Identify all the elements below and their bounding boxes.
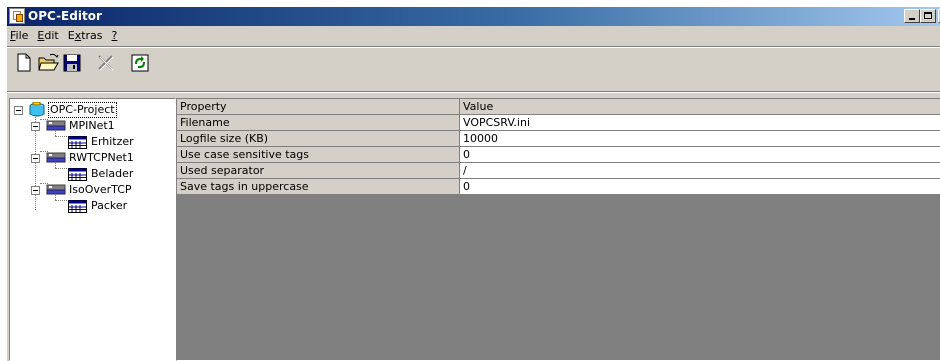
property-value[interactable]: /: [460, 163, 940, 179]
table-row[interactable]: Save tags in uppercase 0: [177, 179, 940, 195]
table-row[interactable]: Used separator /: [177, 163, 940, 179]
network-icon: [46, 184, 66, 195]
menu-divider: [7, 46, 940, 48]
tree-item-label: OPC-Project: [48, 102, 117, 118]
toolbar: [13, 52, 153, 78]
window-title: OPC-Editor: [28, 9, 102, 23]
menu-bar: File Edit Extras ?: [7, 27, 940, 45]
toolbar-divider: [7, 91, 940, 93]
project-tree[interactable]: OPC-Project MPINet1 Erhitzer RWTCPNet1 B…: [9, 98, 176, 361]
menu-file[interactable]: File: [7, 27, 34, 45]
collapse-icon[interactable]: [31, 154, 40, 163]
tree-item-isoovertcp[interactable]: IsoOverTCP: [10, 182, 175, 198]
device-icon: [68, 168, 87, 181]
menu-help-accel: ?: [111, 29, 118, 42]
menu-extras[interactable]: Extras: [65, 27, 109, 45]
tree-item-opc-project[interactable]: OPC-Project: [10, 102, 175, 118]
property-value[interactable]: VOPCSRV.ini: [460, 115, 940, 131]
tree-item-label: RWTCPNet1: [69, 151, 134, 164]
collapse-icon[interactable]: [14, 106, 23, 115]
property-name: Used separator: [177, 163, 460, 179]
tree-item-label: Erhitzer: [91, 135, 134, 148]
device-icon: [68, 136, 87, 149]
tree-item-erhitzer[interactable]: Erhitzer: [10, 134, 175, 150]
delete-icon: [98, 55, 114, 71]
new-file-icon: [17, 53, 31, 72]
network-icon: [46, 152, 66, 163]
menu-edit-label: dit: [44, 29, 59, 42]
tree-item-mpinet1[interactable]: MPINet1: [10, 118, 175, 134]
column-header-property[interactable]: Property: [177, 99, 460, 115]
refresh-icon: [131, 54, 149, 72]
property-name: Filename: [177, 115, 460, 131]
grid-header-row: Property Value: [177, 99, 940, 115]
property-value[interactable]: 0: [460, 179, 940, 195]
menu-file-label: ile: [15, 29, 29, 42]
table-row[interactable]: Logfile size (KB) 10000: [177, 131, 940, 147]
maximize-icon: [924, 12, 932, 19]
table-row[interactable]: Use case sensitive tags 0: [177, 147, 940, 163]
save-button[interactable]: [61, 52, 84, 74]
tree-item-label: Belader: [91, 167, 134, 180]
title-bar[interactable]: OPC-Editor X: [7, 7, 940, 26]
tree-item-rwtcpnet1[interactable]: RWTCPNet1: [10, 150, 175, 166]
menu-extras-prefix: E: [67, 29, 75, 42]
network-icon: [46, 120, 66, 131]
property-grid[interactable]: Property Value Filename VOPCSRV.ini Logf…: [176, 98, 940, 361]
minimize-button[interactable]: [904, 9, 920, 23]
save-icon: [63, 54, 81, 72]
property-name: Use case sensitive tags: [177, 147, 460, 163]
delete-button[interactable]: [94, 52, 117, 74]
property-value[interactable]: 10000: [460, 131, 940, 147]
device-icon: [68, 200, 87, 213]
refresh-button[interactable]: [129, 52, 152, 74]
table-row[interactable]: Filename VOPCSRV.ini: [177, 115, 940, 131]
minimize-icon: [909, 18, 915, 20]
menu-extras-label: tras: [81, 29, 103, 42]
maximize-button[interactable]: [920, 9, 936, 23]
tree-item-belader[interactable]: Belader: [10, 166, 175, 182]
column-header-value[interactable]: Value: [460, 99, 940, 115]
menu-help[interactable]: ?: [109, 27, 124, 45]
open-folder-icon: [38, 53, 59, 71]
tree-item-label: IsoOverTCP: [69, 183, 132, 196]
open-button[interactable]: [37, 52, 60, 74]
project-icon: [29, 102, 45, 117]
app-icon[interactable]: [9, 8, 25, 24]
app-window: OPC-Editor X File Edit Extras ?: [7, 7, 940, 361]
tree-item-packer[interactable]: Packer: [10, 198, 175, 214]
property-value[interactable]: 0: [460, 147, 940, 163]
collapse-icon[interactable]: [31, 186, 40, 195]
menu-edit[interactable]: Edit: [34, 27, 64, 45]
new-button[interactable]: [13, 52, 36, 74]
property-name: Save tags in uppercase: [177, 179, 460, 195]
tree-item-label: MPINet1: [69, 119, 115, 132]
property-name: Logfile size (KB): [177, 131, 460, 147]
tree-item-label: Packer: [91, 199, 128, 212]
collapse-icon[interactable]: [31, 122, 40, 131]
